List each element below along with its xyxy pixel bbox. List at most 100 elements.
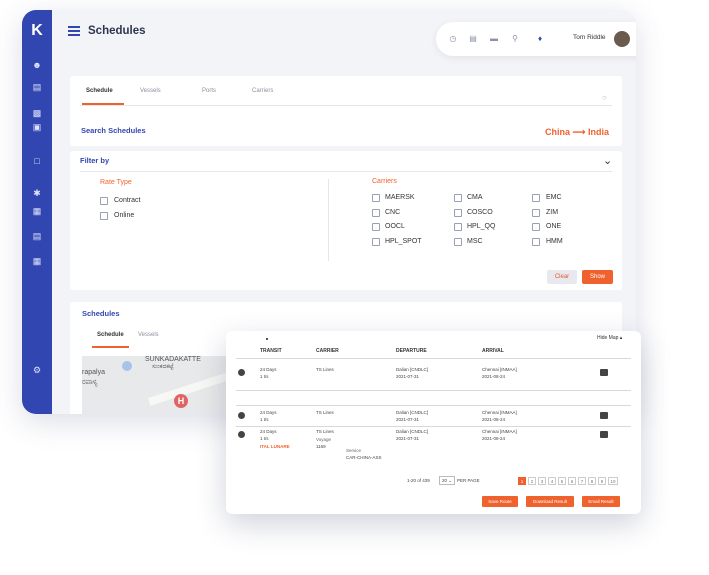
calculator-icon[interactable]: ▦ xyxy=(30,206,44,217)
carrier-one-label: ONE xyxy=(546,223,562,230)
menu-icon[interactable] xyxy=(68,26,80,36)
carrier-name: TS Lines xyxy=(316,410,334,415)
map-view[interactable]: SUNKADAKATTE ಸುಂಕದಕಟ್ಟೆ rapalya ರಪಾಳ್ಯ H xyxy=(82,356,232,414)
route-summary[interactable]: China ⟶ India xyxy=(545,127,609,138)
departure-port: Dalian [CNDLC] xyxy=(396,410,429,415)
page-size-select[interactable]: 20 ⌄ xyxy=(439,476,455,485)
user-icon[interactable]: ☻ xyxy=(30,60,44,71)
expand-icon[interactable] xyxy=(238,412,245,419)
filter-card: Filter by ⌄ Rate Type Contract Online Ca… xyxy=(70,151,622,290)
hospital-marker-icon[interactable]: H xyxy=(174,394,188,408)
location-icon[interactable]: ○ xyxy=(602,93,607,102)
download-result-button[interactable]: Download Result xyxy=(526,496,574,507)
checkbox-oocl[interactable] xyxy=(372,223,380,231)
expand-icon[interactable] xyxy=(238,369,245,376)
chevron-down-icon[interactable]: ⌄ xyxy=(603,154,612,167)
tab-vessels[interactable]: Vessels xyxy=(138,332,159,338)
show-button[interactable]: Show xyxy=(582,270,613,284)
print-icon[interactable] xyxy=(600,369,608,376)
col-departure: DEPARTURE xyxy=(396,348,427,354)
checkbox-cma[interactable] xyxy=(454,194,462,202)
carrier-cosco-label: COSCO xyxy=(467,209,493,216)
tab-schedule[interactable]: Schedule xyxy=(97,332,124,338)
checkbox-emc[interactable] xyxy=(532,194,540,202)
search-schedules-link[interactable]: Search Schedules xyxy=(81,126,146,135)
divider xyxy=(236,358,631,359)
ship-icon[interactable]: ▤ xyxy=(30,82,44,93)
page-5[interactable]: 5 xyxy=(558,477,566,485)
expand-icon[interactable] xyxy=(238,431,245,438)
calendar-icon[interactable]: ▦ xyxy=(30,256,44,267)
checkbox-hpl-qq[interactable] xyxy=(454,223,462,231)
col-arrival: ARRIVAL xyxy=(482,348,504,354)
transit-days: 24 Days xyxy=(260,429,277,434)
document-icon[interactable]: ▤ xyxy=(468,34,478,44)
report-icon[interactable]: ▤ xyxy=(30,231,44,242)
card-icon[interactable]: ▣ xyxy=(30,122,44,133)
page-1[interactable]: 1 xyxy=(518,477,526,485)
clear-button[interactable]: Clear xyxy=(547,270,577,284)
carriers-label: Carriers xyxy=(372,178,397,185)
hide-map-button[interactable]: Hide Map ▴ xyxy=(597,335,622,341)
departure-date: 2021-07-31 xyxy=(396,417,420,422)
carrier-name: TS Lines xyxy=(316,429,334,434)
truck-icon[interactable]: ▩ xyxy=(30,108,44,119)
chat-icon[interactable]: ▬ xyxy=(489,34,499,44)
schedules-title: Schedules xyxy=(82,309,120,318)
arrival-date: 2021-08-24 xyxy=(482,436,506,441)
tab-vessels[interactable]: Vessels xyxy=(140,88,161,94)
bell-icon[interactable]: ♦ xyxy=(535,34,545,44)
tab-carriers[interactable]: Carriers xyxy=(252,88,273,94)
search-card: Schedule Vessels Ports Carriers ○ Search… xyxy=(70,76,622,146)
page-9[interactable]: 9 xyxy=(598,477,606,485)
search-icon[interactable]: ⚲ xyxy=(510,34,520,44)
page-size-value: 20 xyxy=(442,478,448,483)
checkbox-zim[interactable] xyxy=(532,209,540,217)
avatar[interactable] xyxy=(612,29,632,49)
page-6[interactable]: 6 xyxy=(568,477,576,485)
email-result-button[interactable]: Email Result xyxy=(582,496,620,507)
checkbox-cnc[interactable] xyxy=(372,209,380,217)
settings-cog-icon[interactable]: ✱ xyxy=(30,188,44,199)
page-8[interactable]: 8 xyxy=(588,477,596,485)
page-7[interactable]: 7 xyxy=(578,477,586,485)
departure-date: 2021-07-31 xyxy=(396,436,420,441)
checkbox-msc[interactable] xyxy=(454,238,462,246)
tab-schedule[interactable]: Schedule xyxy=(86,88,113,94)
user-name[interactable]: Tom Riddle xyxy=(573,34,606,41)
tab-ports[interactable]: Ports xyxy=(202,88,216,94)
transit-days: 24 Days xyxy=(260,410,277,415)
carrier-hpl-qq-label: HPL_QQ xyxy=(467,223,496,230)
gear-icon[interactable]: ⚙ xyxy=(30,365,44,376)
per-page-label: PER PAGE xyxy=(457,478,480,483)
divider xyxy=(236,390,631,391)
checkbox-cosco[interactable] xyxy=(454,209,462,217)
online-label: Online xyxy=(114,212,135,219)
carrier-maersk-label: MAERSK xyxy=(385,194,415,201)
clock-icon[interactable]: ◷ xyxy=(448,34,458,44)
print-icon[interactable] xyxy=(600,431,608,438)
checkbox-one[interactable] xyxy=(532,223,540,231)
save-route-button[interactable]: Save Route xyxy=(482,496,518,507)
print-icon[interactable] xyxy=(600,412,608,419)
checkbox-hmm[interactable] xyxy=(532,238,540,246)
map-lake xyxy=(122,361,132,371)
checkbox-hpl-spot[interactable] xyxy=(372,238,380,246)
origin-port: China xyxy=(545,127,571,137)
transhipments: 1 t/s xyxy=(260,436,269,441)
filter-title: Filter by xyxy=(80,156,110,165)
contract-label: Contract xyxy=(114,197,141,204)
page-4[interactable]: 4 xyxy=(548,477,556,485)
page-3[interactable]: 3 xyxy=(538,477,546,485)
document-icon[interactable]: □ xyxy=(30,156,44,167)
app-logo[interactable]: K xyxy=(22,22,52,40)
carrier-name: TS Lines xyxy=(316,367,334,372)
checkbox-maersk[interactable] xyxy=(372,194,380,202)
voyage-label: Voyage xyxy=(316,437,332,442)
voyage-number: 1169 xyxy=(316,444,326,449)
divider xyxy=(328,179,329,261)
checkbox-online[interactable] xyxy=(100,212,108,220)
page-2[interactable]: 2 xyxy=(528,477,536,485)
page-10[interactable]: 10 xyxy=(608,477,618,485)
checkbox-contract[interactable] xyxy=(100,197,108,205)
